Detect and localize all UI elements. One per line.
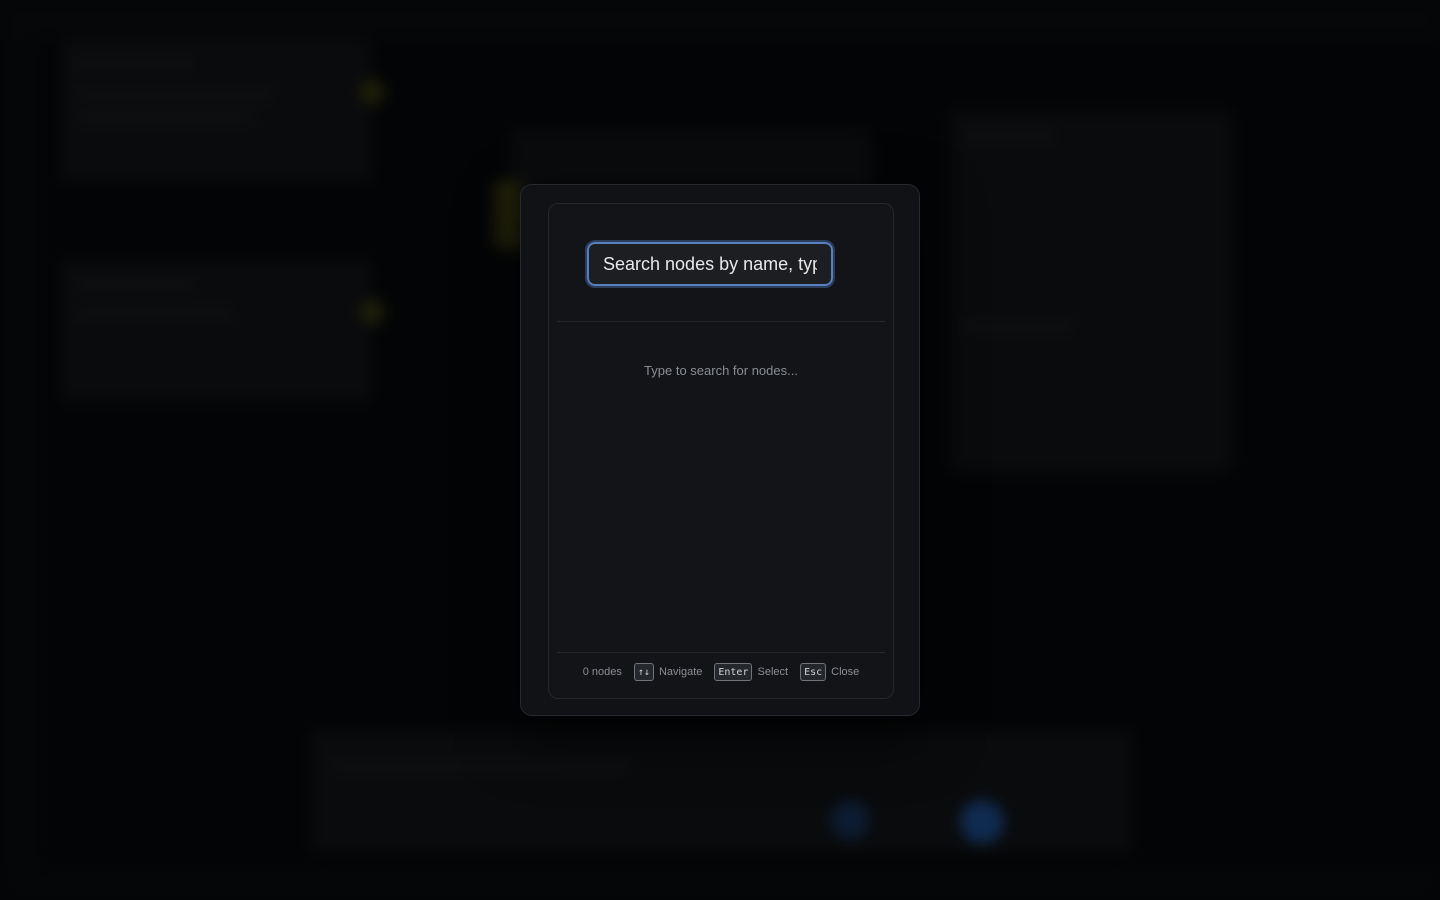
node-search-panel: Type to search for nodes... 0 nodes ↑↓ N… [548, 203, 894, 699]
enter-key-icon: Enter [714, 663, 753, 681]
node-search-input[interactable] [585, 240, 835, 288]
close-hint-label: Close [831, 666, 860, 678]
empty-results-message: Type to search for nodes... [644, 363, 798, 378]
esc-key-icon: Esc [800, 663, 827, 681]
navigate-key-icon: ↑↓ [633, 663, 654, 681]
navigate-hint-label: Navigate [658, 666, 703, 678]
divider [557, 321, 885, 322]
select-hint-label: Select [757, 666, 789, 678]
result-count: 0 nodes [582, 666, 622, 678]
node-search-dialog: Type to search for nodes... 0 nodes ↑↓ N… [520, 184, 920, 716]
divider [557, 652, 885, 653]
search-footer: 0 nodes ↑↓ Navigate Enter Select Esc Clo… [549, 662, 893, 682]
